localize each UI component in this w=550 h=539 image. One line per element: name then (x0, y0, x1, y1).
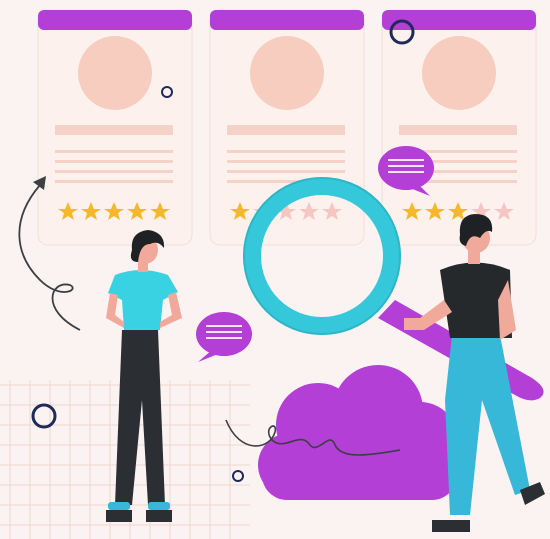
circle-decoration (232, 470, 244, 482)
speech-bubble-icon (196, 312, 252, 362)
review-card-2 (209, 9, 365, 246)
person-icon (106, 230, 182, 522)
review-card-1 (37, 9, 193, 246)
avatar-icon (78, 36, 152, 110)
review-illustration (0, 9, 545, 539)
circle-decoration (31, 403, 57, 429)
cloud-icon (258, 365, 458, 500)
review-card-3 (381, 9, 537, 246)
avatar-icon (422, 36, 496, 110)
avatar-icon (250, 36, 324, 110)
